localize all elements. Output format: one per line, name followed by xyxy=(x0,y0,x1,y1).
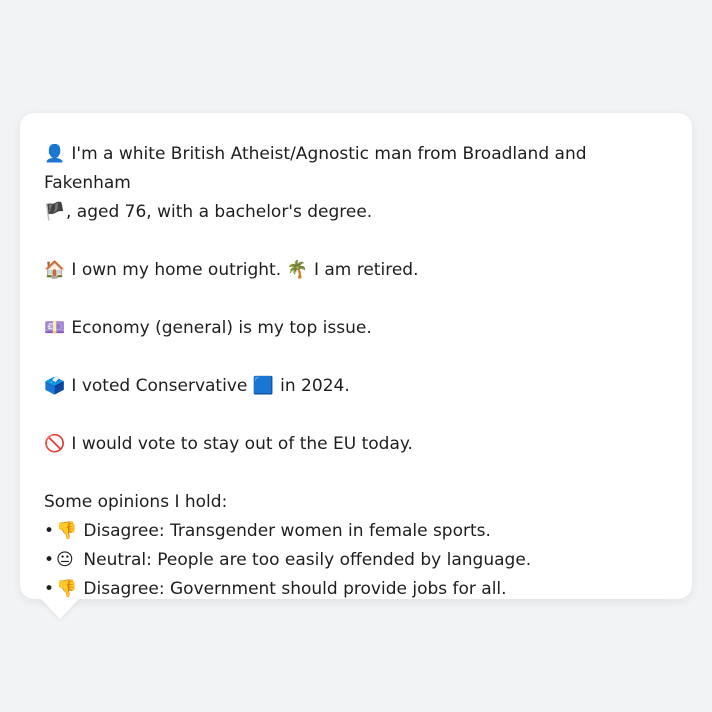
neutral-face-icon: 😐 xyxy=(56,550,74,570)
persona-message-bubble: 👤 I'm a white British Atheist/Agnostic m… xyxy=(20,113,692,599)
housing-line: 🏠 I own my home outright. 🌴 I am retired… xyxy=(44,256,668,285)
list-item: • 👎 Disagree: Government should provide j… xyxy=(44,575,668,604)
top-issue-text: Economy (general) is my top issue. xyxy=(71,318,372,338)
opinion-text: Disagree: Government should provide jobs… xyxy=(83,579,507,599)
opinions-heading: Some opinions I hold: xyxy=(44,492,228,512)
money-icon: 💷 xyxy=(44,318,66,338)
bubble-tail xyxy=(40,598,80,619)
opinions-list: • 👎 Disagree: Transgender women in female… xyxy=(44,517,668,604)
identity-text: I'm a white British Atheist/Agnostic man… xyxy=(44,144,587,193)
prohibited-icon: 🚫 xyxy=(44,434,66,454)
identity-text-continued: , aged 76, with a bachelor's degree. xyxy=(66,202,373,222)
england-flag-icon: 🏴 xyxy=(44,202,66,222)
opinion-text: Neutral: People are too easily offended … xyxy=(83,550,532,570)
vote-year-text: in 2024. xyxy=(280,376,350,396)
house-icon: 🏠 xyxy=(44,260,66,280)
palm-tree-icon: 🌴 xyxy=(286,260,308,280)
thumbs-down-icon: 👎 xyxy=(56,521,78,541)
top-issue-line: 💷 Economy (general) is my top issue. xyxy=(44,314,668,343)
opinion-text: Disagree: Transgender women in female sp… xyxy=(83,521,491,541)
retired-text: I am retired. xyxy=(313,260,419,280)
person-icon: 👤 xyxy=(44,144,66,164)
list-item: • 👎 Disagree: Transgender women in female… xyxy=(44,517,668,546)
bullet-dot: • xyxy=(44,550,55,570)
bullet-dot: • xyxy=(44,521,55,541)
identity-line: 👤 I'm a white British Atheist/Agnostic m… xyxy=(44,140,668,227)
housing-text: I own my home outright. xyxy=(71,260,282,280)
eu-line: 🚫 I would vote to stay out of the EU tod… xyxy=(44,430,668,459)
blue-square-icon: 🟦 xyxy=(252,376,274,396)
vote-line: 🗳️ I voted Conservative 🟦 in 2024. xyxy=(44,372,668,401)
list-item: • 😐 Neutral: People are too easily offend… xyxy=(44,546,668,575)
vote-text: I voted Conservative xyxy=(71,376,248,396)
eu-text: I would vote to stay out of the EU today… xyxy=(71,434,413,454)
ballot-box-icon: 🗳️ xyxy=(44,376,66,396)
